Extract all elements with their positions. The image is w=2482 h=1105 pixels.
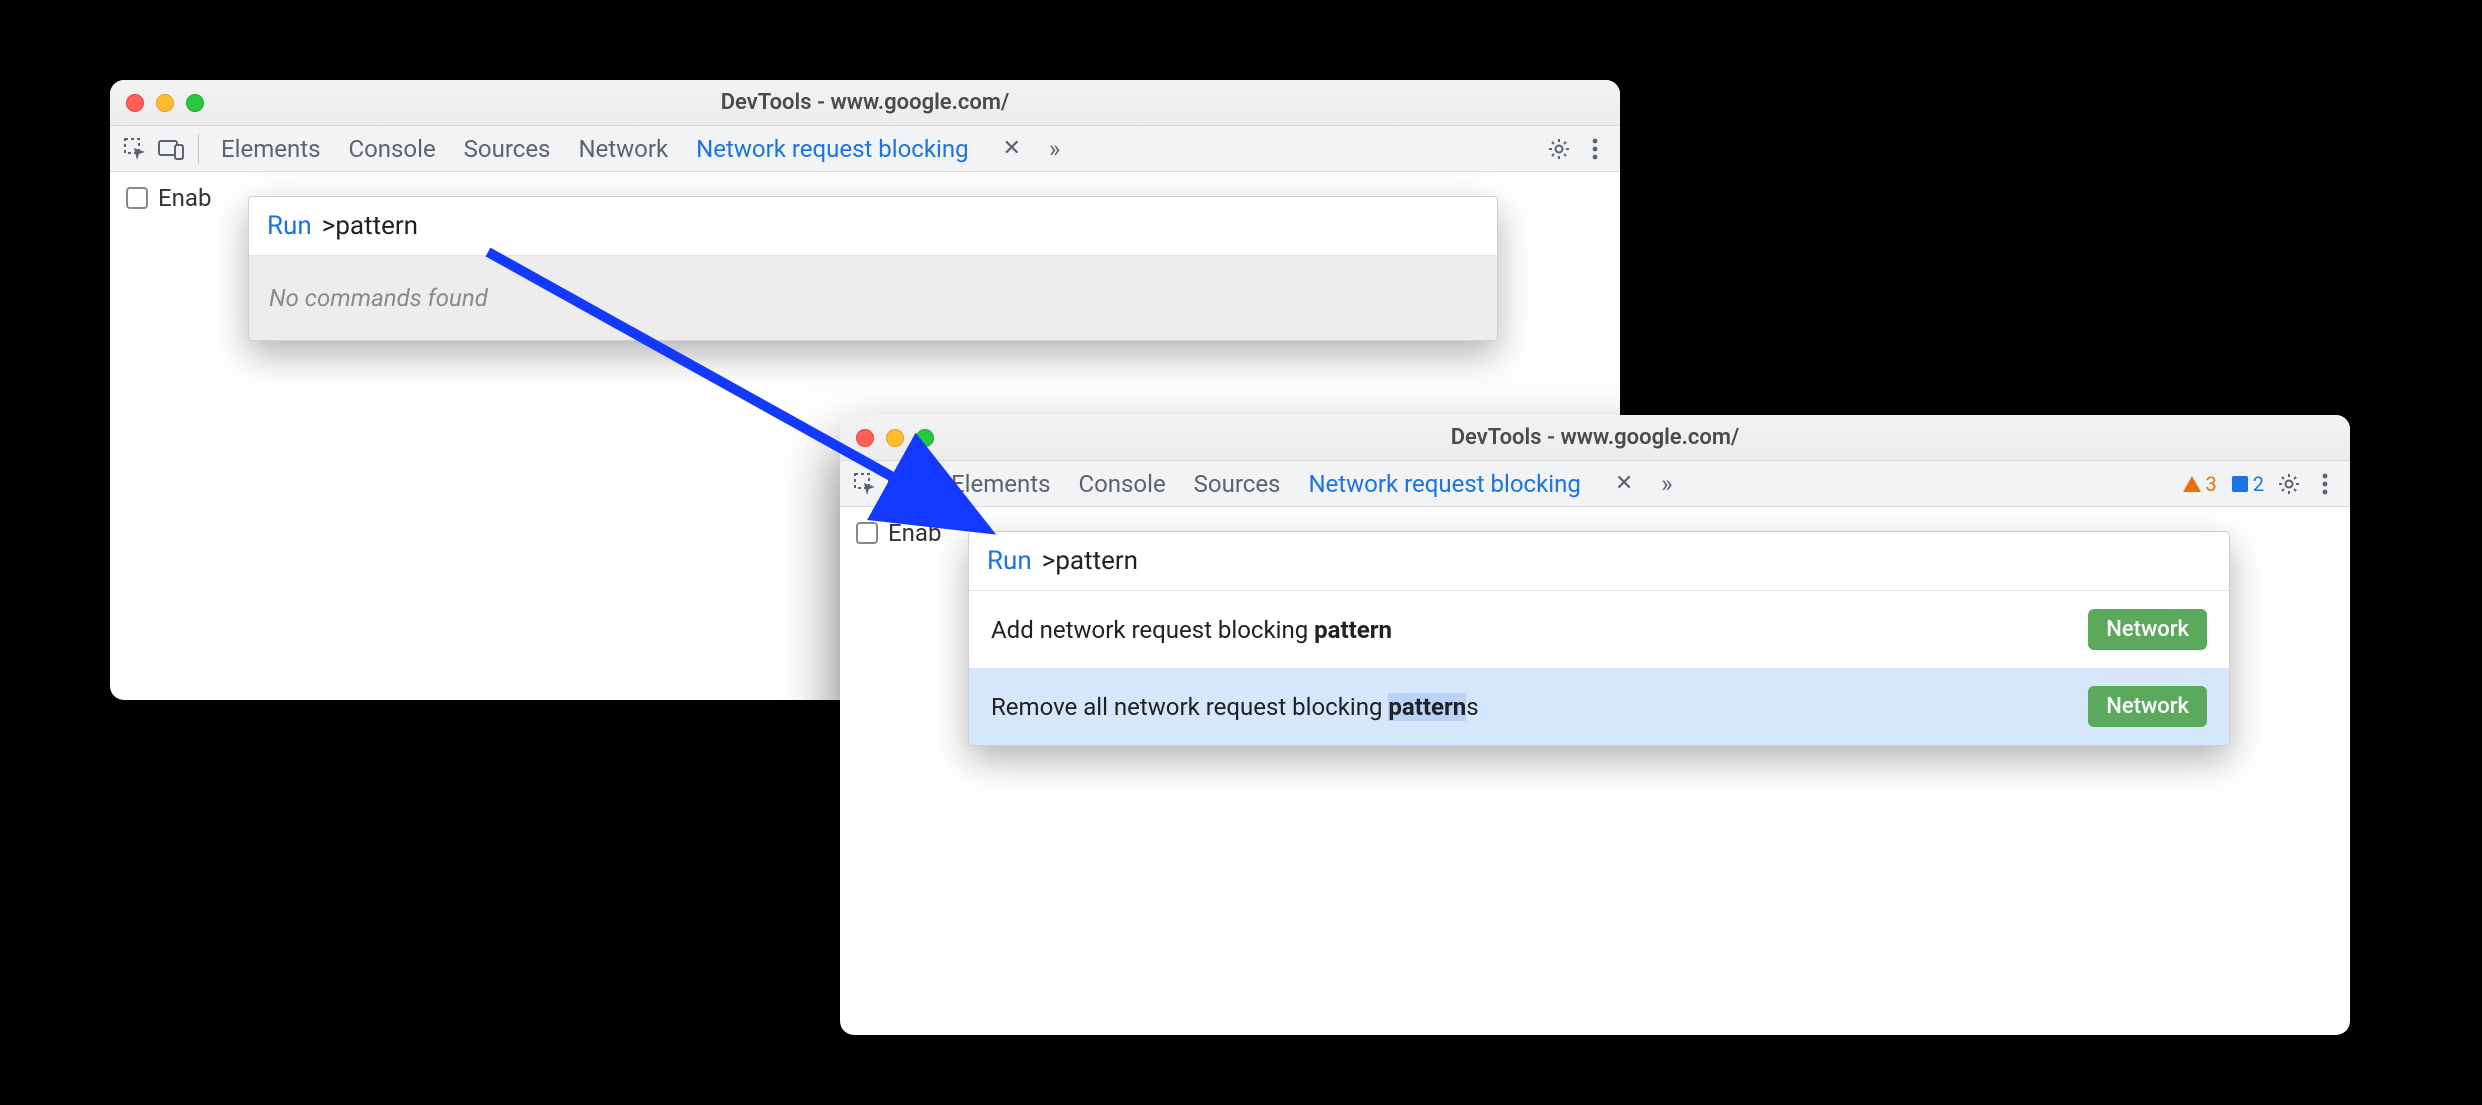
tab-console[interactable]: Console [348, 135, 435, 163]
command-menu: Run >pattern Add network request blockin… [968, 531, 2230, 746]
command-category-tag: Network [2088, 609, 2207, 650]
tab-sources[interactable]: Sources [1194, 470, 1281, 498]
command-run-hint: Run [267, 211, 312, 241]
command-run-hint: Run [987, 546, 1032, 576]
window-controls [856, 429, 934, 447]
tab-console[interactable]: Console [1078, 470, 1165, 498]
maximize-window-button[interactable] [186, 94, 204, 112]
separator [928, 469, 929, 499]
device-mode-icon[interactable] [156, 134, 186, 164]
window-title: DevTools - www.google.com/ [128, 90, 1602, 115]
panel-tabs: Elements Console Sources Network Network… [221, 135, 1060, 163]
more-menu-icon[interactable] [2310, 469, 2340, 499]
devtools-toolbar: Elements Console Sources Network request… [840, 461, 2350, 507]
inspect-element-icon[interactable] [850, 469, 880, 499]
devtools-toolbar: Elements Console Sources Network Network… [110, 126, 1620, 172]
close-tab-button[interactable]: ✕ [1615, 471, 1633, 496]
tab-elements[interactable]: Elements [951, 470, 1050, 498]
overflow-tabs-button[interactable]: » [1049, 135, 1060, 163]
window-controls [126, 94, 204, 112]
device-mode-icon[interactable] [886, 469, 916, 499]
more-menu-icon[interactable] [1580, 134, 1610, 164]
window-title: DevTools - www.google.com/ [858, 425, 2332, 450]
command-item-add-pattern[interactable]: Add network request blocking pattern Net… [969, 591, 2229, 668]
warnings-badge[interactable]: 3 [2178, 472, 2221, 496]
tab-sources[interactable]: Sources [464, 135, 551, 163]
command-item-remove-patterns[interactable]: Remove all network request blocking patt… [969, 668, 2229, 745]
command-item-label: Remove all network request blocking patt… [991, 693, 1479, 721]
enable-checkbox[interactable] [856, 522, 878, 544]
warnings-count: 3 [2206, 472, 2217, 496]
settings-icon[interactable] [2274, 469, 2304, 499]
close-window-button[interactable] [126, 94, 144, 112]
command-input[interactable]: Run >pattern [249, 197, 1497, 256]
panel-tabs: Elements Console Sources Network request… [951, 470, 1673, 498]
close-tab-button[interactable]: ✕ [1003, 136, 1021, 161]
tab-network-request-blocking[interactable]: Network request blocking [696, 135, 968, 163]
command-text: >pattern [322, 211, 418, 241]
tab-network-request-blocking[interactable]: Network request blocking [1308, 470, 1580, 498]
separator [198, 134, 199, 164]
issues-count: 2 [2253, 472, 2264, 496]
minimize-window-button[interactable] [886, 429, 904, 447]
command-category-tag: Network [2088, 686, 2207, 727]
enable-label: Enab [888, 519, 941, 547]
titlebar[interactable]: DevTools - www.google.com/ [110, 80, 1620, 126]
tab-network[interactable]: Network [578, 135, 668, 163]
settings-icon[interactable] [1544, 134, 1574, 164]
close-window-button[interactable] [856, 429, 874, 447]
enable-label: Enab [158, 184, 211, 212]
minimize-window-button[interactable] [156, 94, 174, 112]
enable-checkbox[interactable] [126, 187, 148, 209]
titlebar[interactable]: DevTools - www.google.com/ [840, 415, 2350, 461]
command-empty-state: No commands found [249, 256, 1497, 340]
overflow-tabs-button[interactable]: » [1661, 470, 1672, 498]
command-text: >pattern [1042, 546, 1138, 576]
command-menu: Run >pattern No commands found [248, 196, 1498, 341]
command-input[interactable]: Run >pattern [969, 532, 2229, 591]
devtools-window-after: DevTools - www.google.com/ Elements Cons… [840, 415, 2350, 1035]
command-item-label: Add network request blocking pattern [991, 616, 1392, 644]
tab-elements[interactable]: Elements [221, 135, 320, 163]
maximize-window-button[interactable] [916, 429, 934, 447]
inspect-element-icon[interactable] [120, 134, 150, 164]
command-results: Add network request blocking pattern Net… [969, 591, 2229, 745]
issues-badge[interactable]: 2 [2227, 472, 2268, 496]
